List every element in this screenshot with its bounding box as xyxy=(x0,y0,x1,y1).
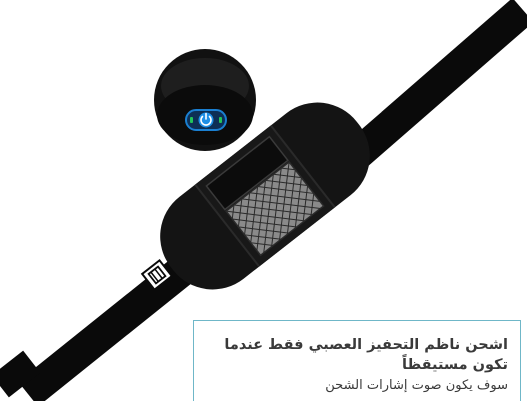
charging-info-card: اشحن ناظم التحفيز العصبي فقط عندما تكون … xyxy=(193,320,521,401)
status-led-left xyxy=(190,117,193,123)
neurostimulator-puck xyxy=(154,49,256,151)
charger-illustration: اشحن ناظم التحفيز العصبي فقط عندما تكون … xyxy=(0,0,527,401)
charging-info-title: اشحن ناظم التحفيز العصبي فقط عندما تكون … xyxy=(224,337,508,373)
charger-cable-upper xyxy=(334,0,527,178)
power-button[interactable] xyxy=(185,109,227,131)
charging-info-body: سوف يكون صوت إشارات الشحن xyxy=(325,378,508,393)
status-led-right xyxy=(219,117,222,123)
